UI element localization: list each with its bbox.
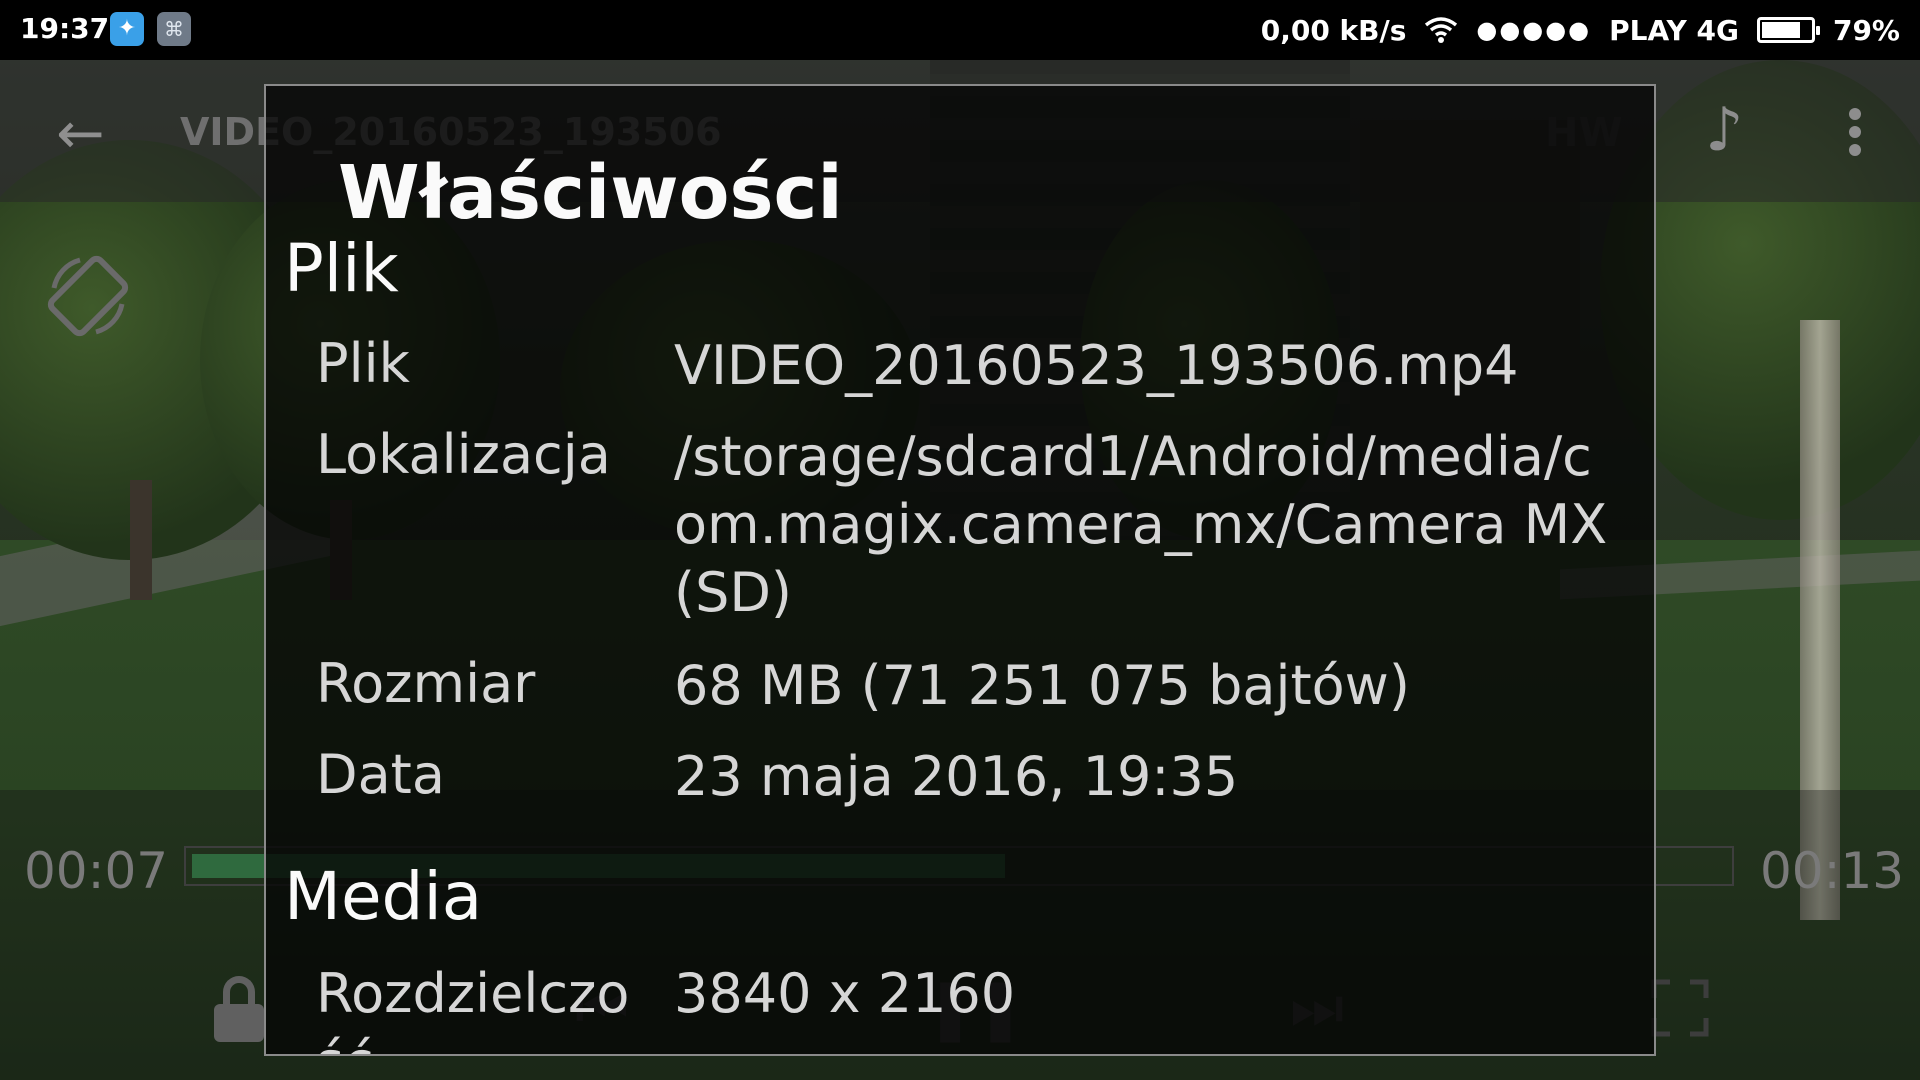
section-heading-media: Media [284,858,483,935]
overflow-menu-icon[interactable] [1840,104,1870,160]
total-time: 00:13 [1760,842,1905,900]
prop-label-date: Data [316,743,445,806]
signal-strength-icon: ●●●●● [1476,16,1592,44]
dialog-title: Właściwości [338,150,843,236]
video-trunk [130,480,152,600]
wifi-icon [1425,17,1458,43]
menu-dot [1849,108,1861,120]
prop-value-resolution: 3840 x 2160 [674,962,1016,1025]
prop-label-location: Lokalizacja [316,423,611,486]
network-speed: 0,00 kB/s [1260,13,1407,47]
prop-label-file: Plik [316,332,410,395]
status-bar: 19:37 ✦ ⌘ 0,00 kB/s ●●●●● PLAY 4G 79% [0,0,1920,60]
screen-rotation-icon[interactable] [40,248,136,344]
battery-icon [1756,17,1820,43]
twitter-icon: ✦ [110,12,144,46]
back-arrow-icon[interactable]: ← [56,104,110,162]
app-icon: ⌘ [157,12,191,46]
prop-value-size: 68 MB (71 251 075 bajtów) [674,654,1410,717]
carrier-label: PLAY 4G [1609,13,1739,47]
prop-label-resolution: Rozdzielczość [316,962,630,1054]
properties-dialog[interactable]: Właściwości Plik Plik VIDEO_20160523_193… [264,84,1656,1056]
prop-value-date: 23 maja 2016, 19:35 [674,745,1239,808]
lock-icon[interactable] [214,976,264,1042]
current-time: 00:07 [24,842,169,900]
menu-dot [1849,144,1861,156]
battery-fill [1761,22,1800,38]
prop-label-size: Rozmiar [316,652,536,715]
status-right-group: 0,00 kB/s ●●●●● PLAY 4G 79% [1261,12,1900,48]
battery-percent: 79% [1832,13,1900,47]
lock-body [214,1004,264,1042]
section-heading-file: Plik [284,230,399,307]
prop-value-file: VIDEO_20160523_193506.mp4 [674,334,1519,397]
prop-value-location: /storage/sdcard1/Android/media/com.magix… [674,425,1608,624]
status-time: 19:37 [20,12,110,45]
fullscreen-icon[interactable] [1650,978,1710,1038]
music-note-icon[interactable]: ♪ [1705,100,1751,162]
menu-dot [1849,126,1861,138]
